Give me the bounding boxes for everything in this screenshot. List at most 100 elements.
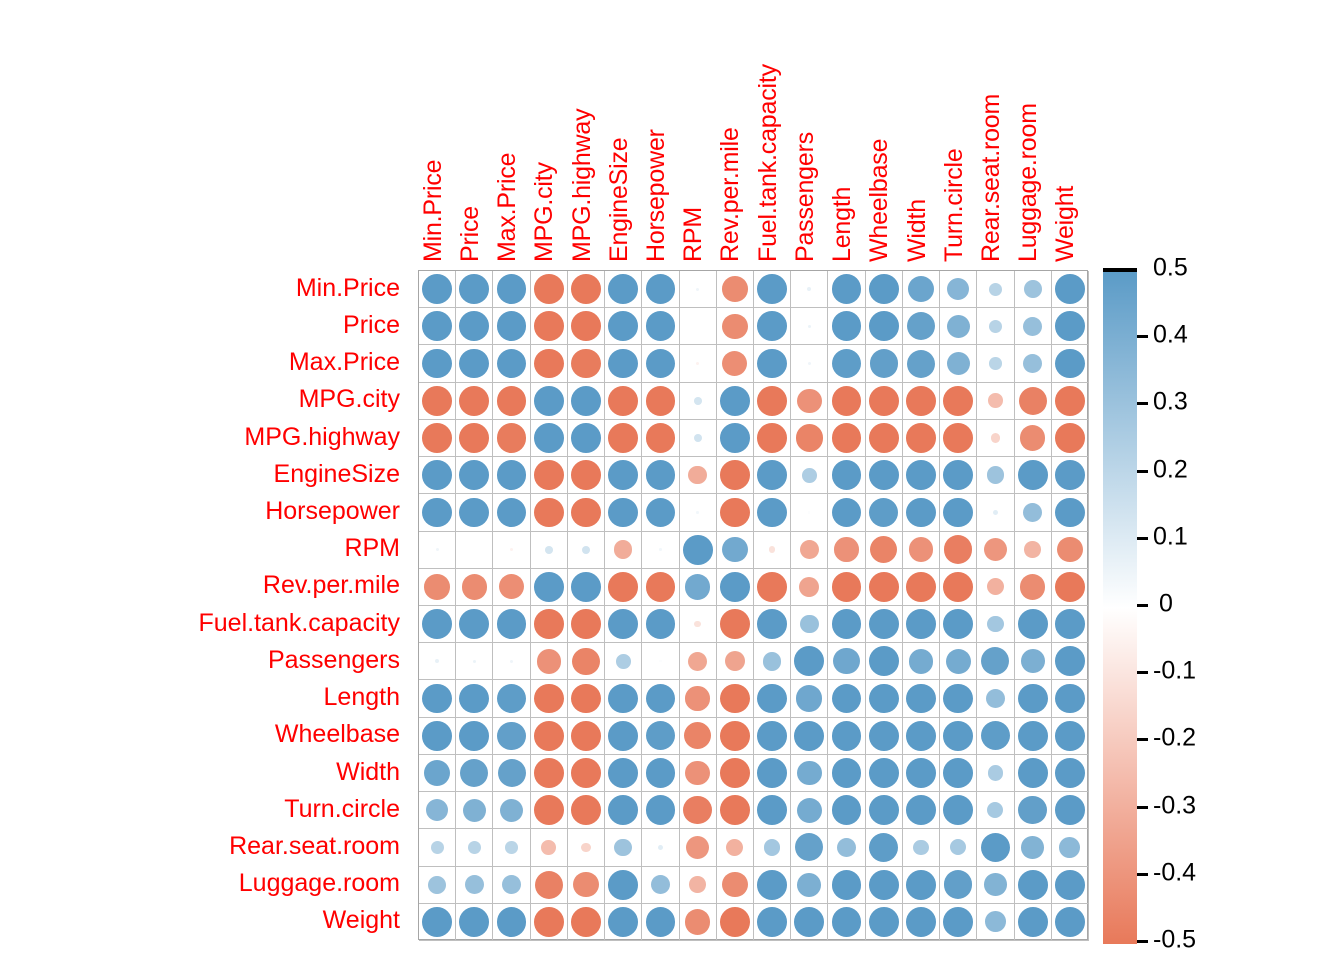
matrix-cell: [902, 606, 941, 644]
matrix-cell: [493, 903, 531, 941]
matrix-cell: [716, 606, 754, 644]
correlation-dot: [1059, 837, 1081, 858]
correlation-dot: [645, 274, 676, 304]
matrix-cell: [493, 382, 531, 420]
matrix-cell: [754, 754, 792, 793]
correlation-dot: [943, 535, 973, 564]
correlation-dot: [831, 572, 862, 602]
correlation-dot: [464, 875, 484, 895]
correlation-dot: [943, 720, 974, 751]
correlation-dot: [868, 683, 899, 714]
correlation-dot: [987, 802, 1004, 819]
correlation-dot: [1023, 316, 1043, 336]
matrix-cell: [419, 717, 457, 755]
correlation-dot: [571, 348, 601, 379]
legend-color-bar: [1103, 268, 1137, 944]
matrix-cell: [493, 345, 531, 383]
correlation-dot: [505, 841, 518, 854]
matrix-cell: [530, 568, 568, 606]
matrix-cell: [940, 643, 978, 681]
matrix-cell: [1014, 271, 1052, 309]
matrix-cell: [530, 866, 568, 904]
matrix-cell: [791, 754, 829, 793]
correlation-dot: [502, 875, 522, 895]
correlation-dot: [906, 720, 936, 751]
legend-tick: [1137, 738, 1148, 742]
correlation-dot: [807, 287, 812, 292]
matrix-cell: [716, 903, 754, 941]
matrix-cell: [456, 345, 494, 383]
matrix-cell: [1014, 680, 1052, 718]
column-label-rev-per-mile: Rev.per.mile: [716, 127, 745, 262]
matrix-cell: [493, 717, 531, 755]
legend-tick: [1137, 671, 1148, 675]
correlation-dot: [608, 385, 639, 416]
matrix-cell: [456, 568, 494, 606]
matrix-cell: [902, 717, 941, 755]
matrix-cell: [679, 419, 717, 458]
correlation-dot: [868, 795, 899, 826]
correlation-dot: [808, 511, 811, 514]
matrix-cell: [493, 792, 531, 830]
correlation-dot: [460, 759, 489, 787]
matrix-cell: [642, 271, 680, 309]
matrix-cell: [456, 308, 494, 346]
correlation-dot: [688, 466, 707, 485]
correlation-dot: [720, 423, 750, 453]
matrix-cell: [1051, 754, 1089, 793]
matrix-cell: [456, 754, 494, 793]
correlation-dot: [608, 869, 639, 900]
correlation-dot: [722, 871, 748, 898]
matrix-cell: [679, 606, 717, 644]
correlation-dot: [1055, 572, 1085, 602]
matrix-cell: [567, 717, 606, 755]
matrix-cell: [456, 643, 494, 681]
row-label-passengers: Passengers: [267, 645, 400, 674]
column-label-horsepower: Horsepower: [641, 129, 670, 262]
correlation-dot: [645, 683, 676, 714]
matrix-cell: [605, 494, 643, 532]
matrix-cell: [754, 717, 792, 755]
correlation-dot: [608, 795, 639, 826]
correlation-dot: [459, 311, 490, 342]
correlation-dot: [906, 423, 936, 453]
correlation-dot: [831, 497, 862, 528]
matrix-cell: [940, 494, 978, 532]
matrix-cell: [865, 792, 903, 830]
correlation-dot: [1017, 869, 1048, 900]
correlation-dot: [573, 871, 599, 898]
correlation-dot: [869, 832, 899, 862]
legend-tick-label: 0.1: [1153, 522, 1188, 551]
matrix-cell: [642, 457, 680, 495]
correlation-dot: [907, 312, 935, 341]
matrix-cell: [530, 717, 568, 755]
matrix-cell: [902, 419, 941, 458]
matrix-cell: [865, 606, 903, 644]
matrix-cell: [1014, 792, 1052, 830]
correlation-dot: [497, 721, 526, 751]
matrix-cell: [642, 494, 680, 532]
column-label-max-price: Max.Price: [493, 152, 522, 262]
matrix-cell: [642, 308, 680, 346]
matrix-cell: [791, 271, 829, 309]
column-label-width: Width: [902, 199, 931, 262]
correlation-dot: [571, 385, 601, 416]
correlation-dot: [1055, 423, 1085, 453]
matrix-cell: [791, 494, 829, 532]
correlation-dot: [572, 647, 600, 675]
correlation-dot: [422, 385, 452, 416]
correlation-dot: [992, 509, 999, 516]
correlation-dot: [459, 609, 490, 639]
correlation-dot: [757, 423, 787, 453]
legend-tick: [1137, 805, 1148, 809]
correlation-dot: [720, 720, 750, 751]
matrix-cell: [865, 866, 903, 904]
matrix-cell: [1014, 754, 1052, 793]
matrix-cell: [754, 568, 792, 606]
correlation-dot: [801, 467, 817, 483]
matrix-cell: [754, 606, 792, 644]
correlation-dot: [608, 311, 639, 342]
matrix-cell: [716, 457, 754, 495]
matrix-cell: [828, 568, 866, 606]
row-label-length: Length: [323, 683, 400, 712]
